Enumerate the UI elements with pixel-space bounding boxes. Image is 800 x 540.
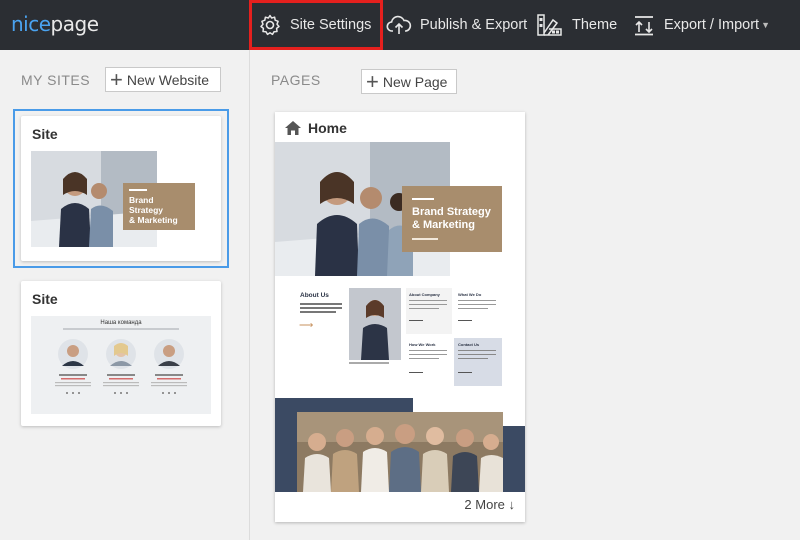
export-import-button[interactable]: Export / Import ▼ bbox=[632, 0, 770, 50]
banner-line-1: Brand Strategy bbox=[412, 206, 491, 218]
logo-part-1: nice bbox=[11, 12, 51, 36]
nicepage-logo[interactable]: nicepage bbox=[11, 12, 99, 36]
page-card-header: Home bbox=[285, 120, 347, 136]
team-photo bbox=[297, 412, 503, 492]
cell-title: How We Work bbox=[409, 342, 436, 347]
team-section-bg-right bbox=[503, 426, 525, 492]
publish-export-label: Publish & Export bbox=[420, 17, 528, 33]
banner-line-1: Brand Strategy bbox=[129, 194, 164, 215]
pages-title: PAGES bbox=[271, 72, 321, 88]
new-website-label: New Website bbox=[126, 71, 210, 88]
site-card-1[interactable]: Site Brand Strategy & Marketing bbox=[21, 116, 221, 261]
cell-title: About Company bbox=[409, 292, 440, 297]
home-icon bbox=[285, 121, 301, 135]
team-members-image bbox=[55, 339, 187, 394]
what-we-do-cell: What We Do bbox=[454, 288, 502, 334]
how-we-work-cell: How We Work bbox=[406, 338, 452, 386]
plus-icon: + bbox=[110, 66, 123, 92]
dropdown-caret-icon: ▼ bbox=[761, 20, 771, 30]
about-photo bbox=[349, 288, 401, 360]
site-card-2[interactable]: Site Наша команда bbox=[21, 281, 221, 426]
theme-button[interactable]: Theme bbox=[536, 0, 617, 50]
cloud-upload-icon bbox=[386, 15, 412, 34]
plus-icon: + bbox=[366, 68, 379, 94]
new-website-button[interactable]: + New Website bbox=[105, 67, 221, 92]
site-card-title: Site bbox=[32, 291, 58, 307]
logo-part-2: page bbox=[50, 12, 99, 36]
arrow-right-icon: ⟶ bbox=[299, 320, 314, 331]
page-card-home[interactable]: Home Brand Strategy & Marketing About Us… bbox=[275, 112, 525, 522]
more-pages-link[interactable]: 2 More ↓ bbox=[464, 497, 515, 512]
palette-icon bbox=[537, 14, 562, 36]
page-title: Home bbox=[308, 120, 347, 136]
banner-box: Brand Strategy & Marketing bbox=[123, 183, 195, 230]
site-card-title: Site bbox=[32, 126, 58, 142]
theme-label: Theme bbox=[572, 17, 618, 33]
site-thumbnail-team: Наша команда bbox=[31, 316, 211, 414]
my-sites-title: MY SITES bbox=[21, 72, 91, 88]
about-company-cell: About Company bbox=[406, 288, 452, 334]
banner-line-2: & Marketing bbox=[412, 219, 475, 231]
new-page-label: New Page bbox=[382, 73, 448, 90]
banner-line-2: & Marketing bbox=[129, 214, 178, 225]
cell-title: What We Do bbox=[458, 292, 482, 297]
export-import-label: Export / Import bbox=[664, 17, 760, 33]
banner-box: Brand Strategy & Marketing bbox=[402, 186, 502, 252]
publish-export-button[interactable]: Publish & Export bbox=[386, 0, 527, 50]
about-us-heading: About Us bbox=[300, 292, 329, 299]
team-heading: Наша команда bbox=[100, 320, 142, 326]
site-settings-highlight bbox=[249, 0, 383, 50]
new-page-button[interactable]: + New Page bbox=[361, 69, 457, 94]
contact-us-cell: Contact Us bbox=[454, 338, 502, 386]
cell-title: Contact Us bbox=[458, 342, 480, 347]
export-import-icon bbox=[635, 16, 653, 36]
top-bar: nicepage Site Settings Publish & Export … bbox=[0, 0, 800, 50]
